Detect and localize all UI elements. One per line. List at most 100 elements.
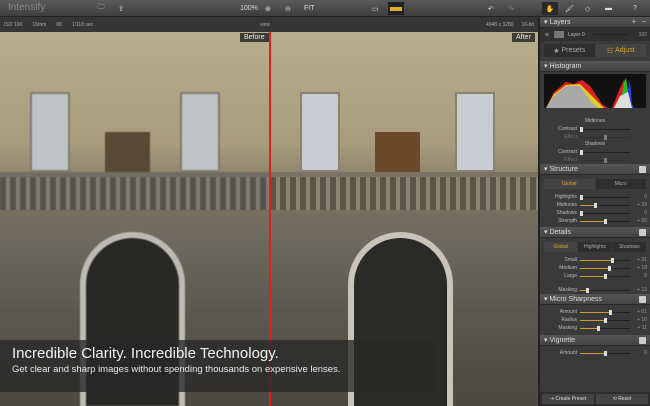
micro_sharpness.sliders-slider-masking[interactable]: Masking + 11 <box>540 324 650 332</box>
slider-value: + 10 <box>637 317 647 323</box>
share-icon[interactable]: ⇪ <box>115 2 127 15</box>
slider-label: Shadows <box>556 210 577 216</box>
tab-structure-global[interactable]: Global <box>544 179 595 189</box>
slider-knob[interactable] <box>604 273 607 279</box>
tab-details-global[interactable]: Global <box>544 242 578 252</box>
slider-knob[interactable] <box>580 210 583 216</box>
app-title: Intensify <box>8 2 46 13</box>
hand-tool-icon[interactable]: ✋ <box>542 2 558 15</box>
details-header[interactable]: ▾ Details <box>540 227 650 238</box>
layer-row[interactable]: ⊖ Layer 0 100 <box>540 28 650 41</box>
midtones-contrast-slider[interactable]: Contrast <box>540 125 650 133</box>
slider-knob[interactable] <box>604 317 607 323</box>
slider-knob[interactable] <box>594 202 597 208</box>
view-toggle[interactable]: view <box>260 22 270 28</box>
aperture: f/8 <box>56 21 62 28</box>
tab-presets[interactable]: ★ Presets <box>544 44 595 57</box>
brush-icon[interactable]: 🖌 <box>565 2 574 15</box>
create-preset-button[interactable]: ⇥ Create Preset <box>542 394 594 404</box>
dimensions: 4948 x 3280 <box>485 21 514 28</box>
help-button[interactable]: ? <box>633 2 637 15</box>
slider-value: 0 <box>644 194 647 200</box>
details-checkbox[interactable] <box>639 229 646 236</box>
gradient-icon[interactable]: ▬ <box>605 2 612 15</box>
redo-icon[interactable]: ↷ <box>508 2 514 15</box>
layer-name: Layer 0 <box>568 31 585 38</box>
shutter: 1/118 sec <box>71 21 94 28</box>
slider-value: + 18 <box>637 265 647 271</box>
slider-value: + 13 <box>637 287 647 293</box>
details.mlist-slider-masking[interactable]: Masking + 13 <box>540 286 650 294</box>
vignette-checkbox[interactable] <box>639 337 646 344</box>
slider-value: + 31 <box>637 257 647 263</box>
vignette.sliders-slider-amount[interactable]: Amount 0 <box>540 349 650 357</box>
shadows-effect-slider[interactable]: Effect <box>540 156 650 164</box>
slider-label: Amount <box>559 350 577 356</box>
iso: ISO 100 <box>4 21 23 28</box>
add-layer-icon[interactable]: + <box>632 19 636 26</box>
folder-icon[interactable]: 🗀 <box>95 2 107 15</box>
tab-details-shadows[interactable]: Shadows <box>612 242 646 252</box>
slider-label: Masking <box>558 287 577 293</box>
slider-knob[interactable] <box>597 325 600 331</box>
slider-label: Large <box>564 273 577 279</box>
layers-title: Layers <box>549 18 571 26</box>
remove-layer-icon[interactable]: − <box>642 19 646 26</box>
slider-knob[interactable] <box>611 257 614 263</box>
visibility-icon[interactable]: ⊖ <box>540 32 554 38</box>
histogram <box>544 74 646 108</box>
shadows-label: Shadows <box>584 141 606 147</box>
micro-sharpness-header[interactable]: ▾ Micro Sharpness <box>540 294 650 305</box>
headline: Incredible Clarity. Incredible Technolog… <box>12 345 279 362</box>
structure.sliders-slider-shadows[interactable]: Shadows 0 <box>540 209 650 217</box>
caption-overlay: Incredible Clarity. Incredible Technolog… <box>0 340 435 392</box>
slider-knob[interactable] <box>580 194 583 200</box>
structure.sliders-slider-midtones[interactable]: Midtones + 29 <box>540 201 650 209</box>
tab-details-highlights[interactable]: Highlights <box>578 242 612 252</box>
slider-knob[interactable] <box>604 218 607 224</box>
slider-knob[interactable] <box>586 287 589 293</box>
slider-knob[interactable] <box>604 350 607 356</box>
reset-button[interactable]: ⟲ Reset <box>596 394 648 404</box>
histogram-header[interactable]: ▾ Histogram <box>540 61 650 72</box>
details.sliders-slider-small[interactable]: Small + 31 <box>540 256 650 264</box>
subheadline: Get clear and sharp images without spend… <box>12 364 341 375</box>
details.sliders-slider-large[interactable]: Large 0 <box>540 272 650 280</box>
info-bar: ISO 100 16mm f/8 1/118 sec view 4948 x 3… <box>0 17 538 32</box>
zoom-level[interactable]: 100% <box>240 2 258 15</box>
slider-knob[interactable] <box>608 265 611 271</box>
slider-label: Amount <box>559 309 577 315</box>
shadows-contrast-slider[interactable]: Contrast <box>540 148 650 156</box>
slider-label: Radius <box>561 317 577 323</box>
tab-structure-micro[interactable]: Micro <box>595 179 646 189</box>
slider-value: + 50 <box>637 218 647 224</box>
split-view-icon[interactable] <box>388 2 404 15</box>
structure-checkbox[interactable] <box>639 166 646 173</box>
slider-value: 0 <box>644 210 647 216</box>
undo-icon[interactable]: ↶ <box>488 2 494 15</box>
structure.sliders-slider-strength[interactable]: Strength + 50 <box>540 217 650 225</box>
fit-button[interactable]: FIT <box>304 2 315 15</box>
eraser-icon[interactable]: ◇ <box>585 2 590 15</box>
zoom-out-icon[interactable]: ⊖ <box>285 2 291 15</box>
toolbar: Intensify 🗀 ⇪ 100% ⊕ ⊖ FIT ▭ ↶ ↷ ✋ 🖌 ◇ ▬… <box>0 0 650 17</box>
slider-knob[interactable] <box>609 309 612 315</box>
structure-header[interactable]: ▾ Structure <box>540 164 650 175</box>
micro_sharpness.sliders-slider-radius[interactable]: Radius + 10 <box>540 316 650 324</box>
slider-label: Midtones <box>556 202 577 208</box>
tab-adjust[interactable]: ☷ Adjust <box>595 44 646 57</box>
single-view-icon[interactable]: ▭ <box>372 2 379 15</box>
micro-sharpness-checkbox[interactable] <box>639 296 646 303</box>
slider-value: 0 <box>644 350 647 356</box>
slider-label: Masking <box>558 325 577 331</box>
midtones-effect-slider[interactable]: Effect <box>540 133 650 141</box>
slider-value: + 61 <box>637 309 647 315</box>
vignette-header[interactable]: ▾ Vignette <box>540 335 650 346</box>
before-label: Before <box>240 33 269 42</box>
micro_sharpness.sliders-slider-amount[interactable]: Amount + 61 <box>540 308 650 316</box>
zoom-in-icon[interactable]: ⊕ <box>265 2 271 15</box>
layers-header[interactable]: ▾ Layers + − <box>540 17 650 28</box>
structure.sliders-slider-highlights[interactable]: Highlights 0 <box>540 193 650 201</box>
details.sliders-slider-medium[interactable]: Medium + 18 <box>540 264 650 272</box>
slider-value: + 29 <box>637 202 647 208</box>
